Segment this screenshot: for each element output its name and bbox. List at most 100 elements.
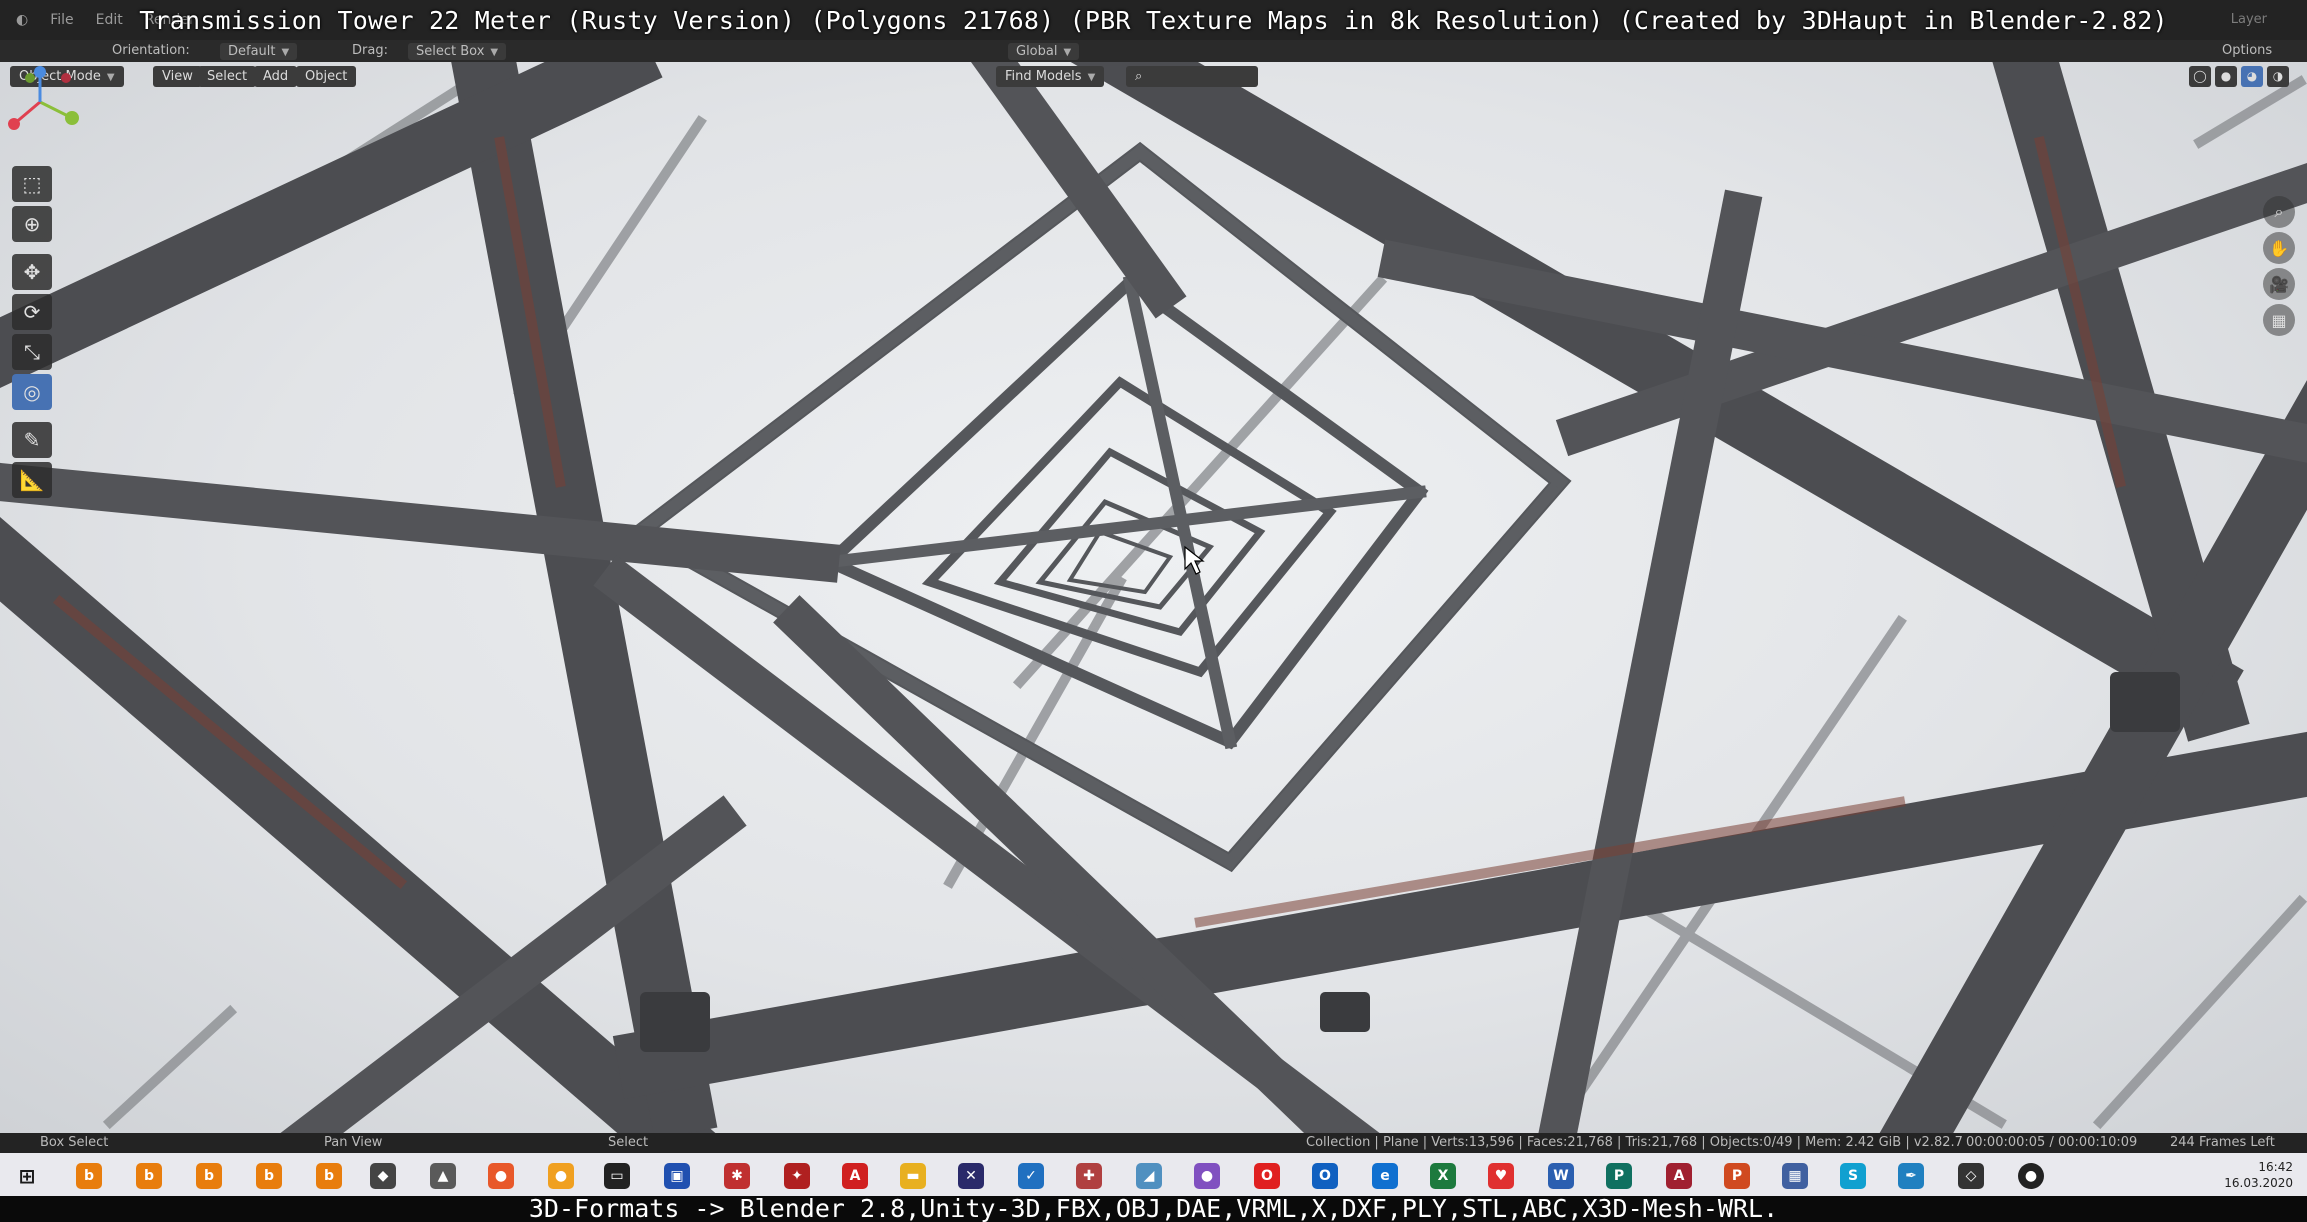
select-box-icon: ⬚ <box>22 172 42 196</box>
rendered-shading-button[interactable]: ◑ <box>2267 66 2289 87</box>
app-icon[interactable]: ✕ <box>958 1163 984 1189</box>
transform-tool[interactable]: ◎ <box>12 374 52 410</box>
app-icon[interactable]: ◢ <box>1136 1163 1162 1189</box>
app-icon[interactable]: ▦ <box>1782 1163 1808 1189</box>
formats-banner: 3D-Formats -> Blender 2.8,Unity-3D,FBX,O… <box>0 1196 2307 1222</box>
app-icon[interactable]: ✦ <box>784 1163 810 1189</box>
status-hint-left: Box Select <box>40 1135 109 1150</box>
material-shading-button[interactable]: ◕ <box>2241 66 2263 87</box>
frames-left: 244 Frames Left <box>2170 1135 2275 1150</box>
select-box-tool[interactable]: ⬚ <box>12 166 52 202</box>
transform-value: Global <box>1016 44 1058 59</box>
windows-start-icon[interactable]: ⊞ <box>14 1163 40 1189</box>
camera-icon[interactable]: 🎥 <box>2263 268 2295 300</box>
powerpoint-icon[interactable]: P <box>1724 1163 1750 1189</box>
tool-settings-header: Orientation: Default ▼ Drag: Select Box ▼ … <box>0 40 2307 62</box>
search-icon: ⌕ <box>1135 69 1143 84</box>
app-icon[interactable]: ● <box>1194 1163 1220 1189</box>
orientation-label: Orientation: <box>112 43 190 58</box>
save-icon[interactable]: ▣ <box>664 1163 690 1189</box>
pencil-icon: ✎ <box>23 428 41 452</box>
clock-time: 16:42 <box>2258 1160 2293 1174</box>
status-bar: Box Select Pan View Select Collection | … <box>0 1133 2307 1153</box>
options-dropdown[interactable]: Options <box>2222 43 2272 58</box>
ruler-icon: 📐 <box>19 468 45 492</box>
status-hint-right: Select <box>608 1135 649 1150</box>
unity-icon[interactable]: ◇ <box>1958 1163 1984 1189</box>
measure-tool[interactable]: 📐 <box>12 462 52 498</box>
app-icon[interactable]: ▲ <box>430 1163 456 1189</box>
unity-app-icon[interactable]: ◆ <box>370 1163 396 1189</box>
app-icon[interactable]: ♥ <box>1488 1163 1514 1189</box>
3d-viewport[interactable]: ⬚ ⊕ ✥ ⟳ ⤡ ◎ ✎ 📐 ⌕ ✋ 🎥 ▦ <box>0 62 2307 1133</box>
app-icon[interactable]: ● <box>548 1163 574 1189</box>
orientation-value: Default <box>228 44 276 59</box>
navigation-gizmo[interactable] <box>0 62 80 142</box>
blender-app-icon[interactable]: b <box>256 1163 282 1189</box>
find-models-dropdown[interactable]: Find Models ▼ <box>996 66 1105 87</box>
wireframe-shading-button[interactable]: ◯ <box>2189 66 2211 87</box>
skype-icon[interactable]: S <box>1840 1163 1866 1189</box>
move-icon: ✥ <box>23 260 41 284</box>
drag-label: Drag: <box>352 43 388 58</box>
transform-icon: ◎ <box>23 380 41 404</box>
search-input[interactable]: ⌕ <box>1126 66 1258 87</box>
object-menu[interactable]: Object <box>296 66 357 87</box>
access-icon[interactable]: A <box>1666 1163 1692 1189</box>
move-tool[interactable]: ✥ <box>12 254 52 290</box>
status-hint-middle: Pan View <box>324 1135 383 1150</box>
timecode: 00:00:00:05 / 00:00:10:09 <box>1966 1135 2138 1150</box>
blender-app-icon[interactable]: b <box>196 1163 222 1189</box>
excel-icon[interactable]: X <box>1430 1163 1456 1189</box>
app-icon[interactable]: ✱ <box>724 1163 750 1189</box>
scene-info: Collection | Plane | Verts:13,596 | Face… <box>1306 1135 1963 1150</box>
windows-taskbar: ⊞ b b b b b ◆ ▲ ● ● ▭ ▣ ✱ ✦ A ▬ ✕ ✓ ✚ ◢ … <box>0 1153 2307 1199</box>
chevron-down-icon: ▼ <box>106 72 115 83</box>
tool-shelf: ⬚ ⊕ ✥ ⟳ ⤡ ◎ ✎ 📐 <box>12 166 56 502</box>
rotate-icon: ⟳ <box>23 300 41 324</box>
zoom-icon[interactable]: ⌕ <box>2263 196 2295 228</box>
tower-render <box>0 62 2307 1133</box>
solid-shading-button[interactable]: ● <box>2215 66 2237 87</box>
add-menu[interactable]: Add <box>254 66 298 87</box>
app-icon[interactable]: ● <box>2018 1163 2044 1189</box>
clock-date: 16.03.2020 <box>2224 1176 2293 1190</box>
blender-app-icon[interactable]: b <box>316 1163 342 1189</box>
scale-icon: ⤡ <box>24 340 40 364</box>
drag-dropdown[interactable]: Select Box ▼ <box>408 43 507 60</box>
publisher-icon[interactable]: P <box>1606 1163 1632 1189</box>
grid-view-icon[interactable]: ▦ <box>2263 304 2295 336</box>
blender-app-icon[interactable]: b <box>136 1163 162 1189</box>
cursor-icon: ⊕ <box>23 212 41 236</box>
blender-app-icon[interactable]: b <box>76 1163 102 1189</box>
title-overlay: Transmission Tower 22 Meter (Rusty Versi… <box>139 6 2168 35</box>
terminal-icon[interactable]: ▭ <box>604 1163 630 1189</box>
word-icon[interactable]: W <box>1548 1163 1574 1189</box>
scale-tool[interactable]: ⤡ <box>12 334 52 370</box>
shading-buttons: ◯ ● ◕ ◑ <box>2189 66 2289 87</box>
view-menu[interactable]: View <box>153 66 202 87</box>
drag-value: Select Box <box>416 44 485 59</box>
cursor-tool[interactable]: ⊕ <box>12 206 52 242</box>
pan-hand-icon[interactable]: ✋ <box>2263 232 2295 264</box>
pdf-icon[interactable]: A <box>842 1163 868 1189</box>
transform-orientation-dropdown[interactable]: Global ▼ <box>1008 43 1080 60</box>
find-models-label: Find Models <box>1005 69 1082 84</box>
orientation-dropdown[interactable]: Default ▼ <box>220 43 298 60</box>
chevron-down-icon: ▼ <box>1087 72 1096 83</box>
select-menu[interactable]: Select <box>198 66 257 87</box>
opera-icon[interactable]: O <box>1254 1163 1280 1189</box>
outlook-icon[interactable]: O <box>1312 1163 1338 1189</box>
app-icon[interactable]: ✚ <box>1076 1163 1102 1189</box>
app-icon[interactable]: ✒ <box>1898 1163 1924 1189</box>
rotate-tool[interactable]: ⟳ <box>12 294 52 330</box>
system-clock[interactable]: 16:42 16.03.2020 <box>2224 1159 2293 1191</box>
app-icon[interactable]: ✓ <box>1018 1163 1044 1189</box>
blender-window: { "title_overlay": "Transmission Tower 2… <box>0 0 2307 1222</box>
firefox-icon[interactable]: ● <box>488 1163 514 1189</box>
chevron-down-icon: ▼ <box>490 47 499 58</box>
annotate-tool[interactable]: ✎ <box>12 422 52 458</box>
edge-icon[interactable]: e <box>1372 1163 1398 1189</box>
folder-icon[interactable]: ▬ <box>900 1163 926 1189</box>
chevron-down-icon: ▼ <box>281 47 290 58</box>
